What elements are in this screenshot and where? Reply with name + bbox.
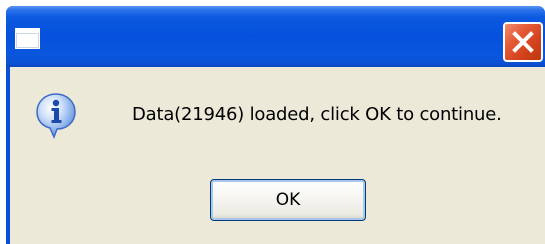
dialog-message: Data(21946) loaded, click OK to continue…: [132, 104, 502, 125]
window-icon: [15, 28, 40, 49]
title-bar[interactable]: [6, 6, 545, 67]
close-button[interactable]: [503, 22, 543, 62]
info-icon: [34, 91, 78, 139]
close-icon: [512, 31, 534, 53]
ok-button[interactable]: OK: [210, 179, 366, 221]
message-dialog: Data(21946) loaded, click OK to continue…: [6, 6, 545, 244]
dialog-body: Data(21946) loaded, click OK to continue…: [10, 67, 545, 244]
